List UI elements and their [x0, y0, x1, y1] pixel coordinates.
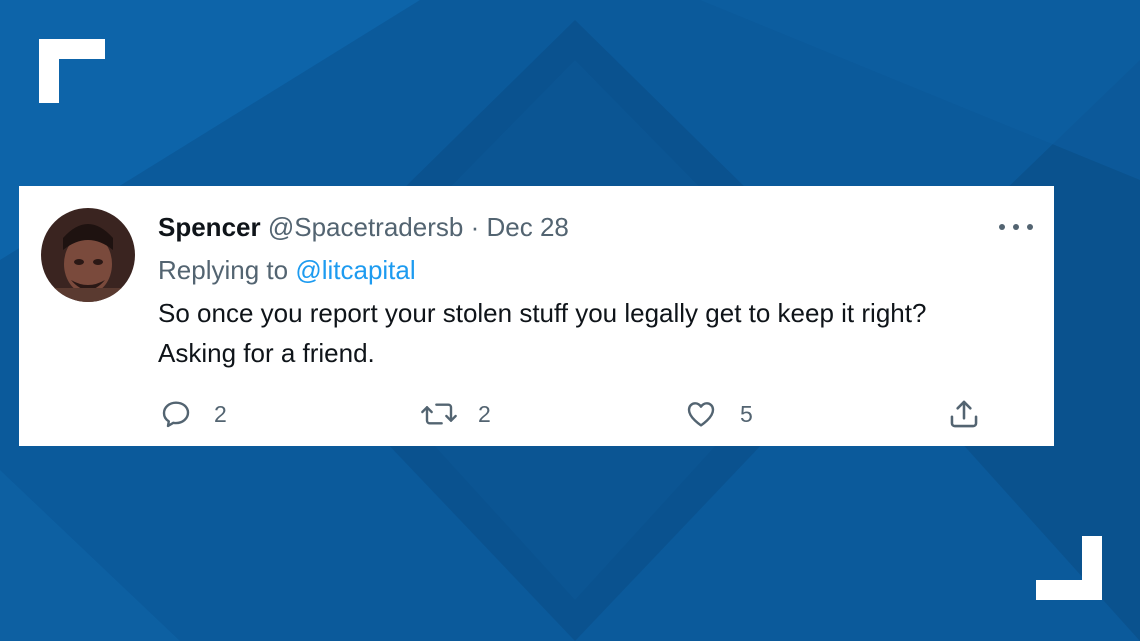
user-handle[interactable]: @Spacetradersb — [268, 212, 464, 242]
reply-icon — [162, 401, 190, 428]
tweet-card: Spencer @Spacetradersb · Dec 28 Replying… — [19, 186, 1054, 446]
tweet-text: So once you report your stolen stuff you… — [158, 293, 1038, 373]
like-button[interactable]: 5 — [684, 394, 753, 434]
display-name[interactable]: Spencer — [158, 212, 261, 242]
replying-handle-link[interactable]: @litcapital — [295, 255, 415, 285]
retweet-count: 2 — [478, 400, 491, 427]
corner-bracket-bottom-right-icon — [1036, 536, 1102, 600]
replying-prefix: Replying to — [158, 255, 289, 285]
tweet-header: Spencer @Spacetradersb · Dec 28 — [158, 212, 569, 243]
tweet-text-line: So once you report your stolen stuff you… — [158, 298, 927, 328]
share-icon — [950, 400, 978, 428]
reply-button[interactable]: 2 — [160, 394, 227, 434]
tweet-text-line: Asking for a friend. — [158, 338, 375, 368]
heart-icon — [687, 402, 715, 427]
like-count: 5 — [740, 400, 753, 427]
more-icon[interactable] — [999, 216, 1033, 238]
share-button[interactable] — [947, 394, 981, 434]
tweet-date[interactable]: Dec 28 — [486, 212, 568, 242]
avatar[interactable] — [41, 208, 135, 302]
retweet-button[interactable]: 2 — [420, 394, 491, 434]
replying-to: Replying to @litcapital — [158, 255, 416, 286]
header-separator: · — [470, 212, 480, 242]
corner-bracket-top-left-icon — [39, 39, 105, 103]
reply-count: 2 — [214, 400, 227, 427]
retweet-icon — [421, 403, 457, 425]
